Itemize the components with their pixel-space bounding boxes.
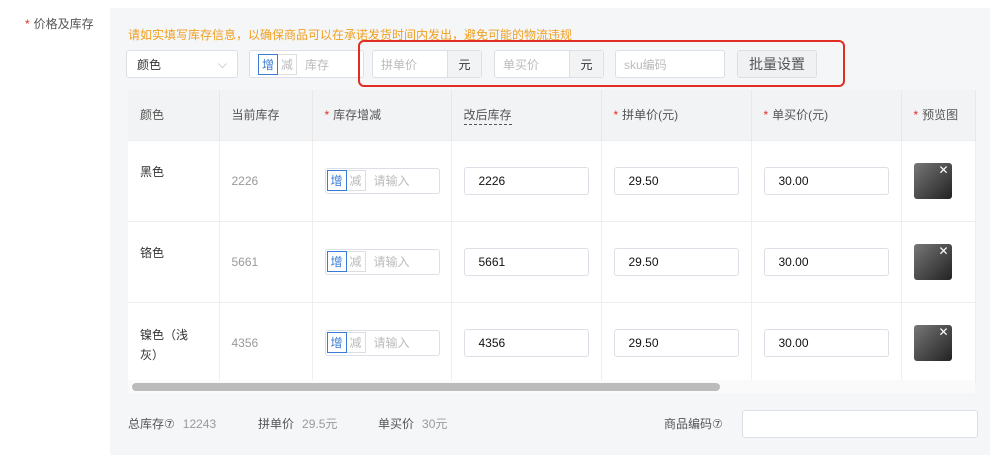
single-price-summary: 单买价 30元 — [378, 415, 447, 432]
increase-toggle[interactable]: 增 — [326, 332, 347, 354]
col-single-price: * 单买价(元) — [751, 90, 902, 140]
increase-toggle[interactable]: 增 — [326, 170, 347, 191]
single-price-value: 30元 — [422, 417, 448, 431]
cell-color: 铬色 — [128, 220, 220, 302]
product-code-input[interactable] — [742, 410, 978, 438]
single-price-input[interactable]: 30.00 — [763, 166, 889, 195]
col-group-price: * 拼单价(元) — [601, 90, 752, 140]
decrease-toggle[interactable]: 减 — [346, 170, 366, 191]
preview-image[interactable]: ✕ — [913, 324, 952, 361]
new-stock-input[interactable]: 2226 — [463, 166, 589, 195]
stock-change-stepper[interactable]: 增减请输入 — [324, 329, 440, 356]
input-placeholder: 请输入 — [373, 255, 410, 269]
cell-group-price: 29.50 — [601, 139, 752, 221]
stock-placeholder: 库存 — [305, 57, 330, 72]
new-stock-input[interactable]: 5661 — [463, 247, 589, 276]
col-current-stock: 当前库存 — [219, 90, 313, 140]
field-label: * 价格及库存 — [25, 17, 94, 31]
group-price-value: 29.5元 — [302, 417, 338, 431]
group-price-summary: 拼单价 29.5元 — [258, 415, 337, 432]
total-stock-label: 总库存⑦ — [128, 417, 175, 431]
cell-stock: 4356 — [219, 301, 313, 383]
col-stock-change: * 库存增减 — [312, 90, 452, 140]
table-row: 黑色 2226 增减请输入 2226 29.50 30.00 ✕ — [128, 139, 976, 221]
table-row: 铬色 5661 增减请输入 5661 29.50 30.00 ✕ — [128, 220, 976, 302]
cell-preview: ✕ — [901, 139, 976, 221]
decrease-toggle[interactable]: 减 — [278, 53, 298, 75]
cell-stock: 5661 — [219, 220, 313, 302]
col-label: 改后库存 — [463, 108, 512, 126]
col-label: 拼单价(元) — [622, 108, 679, 123]
chevron-down-icon: ⌵ — [217, 56, 227, 71]
col-new-stock: 改后库存 — [451, 90, 602, 140]
preview-image[interactable]: ✕ — [913, 162, 952, 199]
col-color: 颜色 — [128, 90, 220, 140]
group-price-input[interactable]: 29.50 — [613, 328, 739, 357]
sku-table: 颜色 当前库存 * 库存增减 改后库存 * 拼单价(元) * 单买价(元) * 预览图 … — [128, 90, 976, 383]
decrease-toggle[interactable]: 减 — [346, 332, 366, 354]
increase-toggle[interactable]: 增 — [258, 53, 279, 75]
col-label: 预览图 — [922, 108, 959, 123]
group-price-input[interactable]: 29.50 — [613, 166, 739, 195]
cell-stock-change: 增减请输入 — [312, 301, 452, 383]
spec-select[interactable]: 颜色 ⌵ — [126, 50, 238, 78]
table-row: 镍色（浅灰） 4356 增减请输入 4356 29.50 30.00 ✕ — [128, 301, 976, 383]
close-icon[interactable]: ✕ — [938, 325, 948, 339]
close-icon[interactable]: ✕ — [938, 163, 948, 177]
cell-single-price: 30.00 — [751, 301, 902, 383]
select-value: 颜色 — [137, 57, 162, 72]
cell-group-price: 29.50 — [601, 220, 752, 302]
stock-change-stepper[interactable]: 增减请输入 — [324, 248, 440, 275]
cell-new-stock: 4356 — [451, 301, 602, 383]
increase-toggle[interactable]: 增 — [326, 251, 347, 272]
cell-single-price: 30.00 — [751, 220, 902, 302]
preview-image[interactable]: ✕ — [913, 243, 952, 280]
total-stock: 总库存⑦ 12243 — [128, 415, 216, 432]
cell-preview: ✕ — [901, 301, 976, 383]
group-price-label: 拼单价 — [258, 417, 295, 431]
table-header: 颜色 当前库存 * 库存增减 改后库存 * 拼单价(元) * 单买价(元) * 预览图 — [128, 90, 976, 140]
cell-color: 镍色（浅灰） — [128, 301, 220, 383]
single-price-input[interactable]: 30.00 — [763, 247, 889, 276]
scrollbar-thumb[interactable] — [132, 383, 720, 391]
field-label-text: 价格及库存 — [33, 17, 94, 31]
cell-stock: 2226 — [219, 139, 313, 221]
cell-single-price: 30.00 — [751, 139, 902, 221]
input-placeholder: 请输入 — [373, 174, 410, 188]
col-preview: * 预览图 — [901, 90, 976, 140]
highlight-box — [358, 40, 845, 87]
group-price-input[interactable]: 29.50 — [613, 247, 739, 276]
total-stock-value: 12243 — [182, 417, 217, 431]
close-icon[interactable]: ✕ — [938, 244, 948, 258]
input-placeholder: 请输入 — [373, 336, 410, 351]
horizontal-scrollbar[interactable] — [128, 380, 975, 393]
decrease-toggle[interactable]: 减 — [346, 251, 366, 272]
batch-stock-stepper[interactable]: 增减库存 — [249, 50, 364, 78]
cell-stock-change: 增减请输入 — [312, 220, 452, 302]
cell-group-price: 29.50 — [601, 301, 752, 383]
single-price-label: 单买价 — [378, 417, 415, 431]
cell-stock-change: 增减请输入 — [312, 139, 452, 221]
new-stock-input[interactable]: 4356 — [463, 328, 589, 357]
cell-new-stock: 5661 — [451, 220, 602, 302]
single-price-input[interactable]: 30.00 — [763, 328, 889, 357]
product-code-label: 商品编码⑦ — [664, 417, 723, 431]
price-stock-panel: 请如实填写库存信息，以确保商品可以在承诺发货时间内发出，避免可能的物流违规 颜色… — [110, 8, 990, 455]
stock-change-stepper[interactable]: 增减请输入 — [324, 167, 440, 194]
cell-new-stock: 2226 — [451, 139, 602, 221]
col-label: 单买价(元) — [772, 108, 829, 123]
cell-color: 黑色 — [128, 139, 220, 221]
cell-preview: ✕ — [901, 220, 976, 302]
col-label: 库存增减 — [333, 108, 382, 123]
